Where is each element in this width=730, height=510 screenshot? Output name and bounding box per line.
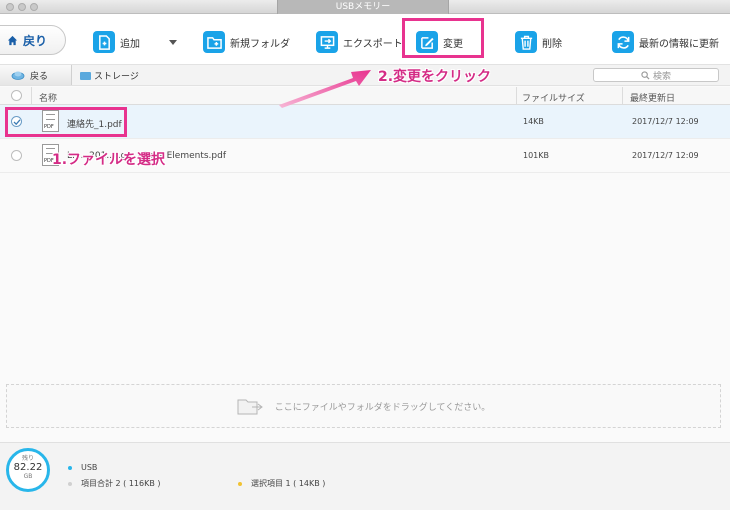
breadcrumb[interactable]: ストレージ: [80, 69, 139, 82]
close-window-icon[interactable]: [6, 3, 14, 11]
breadcrumb-label: ストレージ: [94, 72, 139, 82]
new-folder-label: 新規フォルダ: [230, 38, 290, 50]
column-name[interactable]: 名称: [39, 91, 57, 104]
trash-icon: [515, 31, 537, 53]
path-back-button[interactable]: 戻る: [0, 65, 72, 85]
device-name: USB: [81, 463, 98, 472]
new-folder-icon: [203, 31, 225, 53]
step2-highlight: [402, 18, 484, 58]
file-modified: 2017/12/7 12:09: [632, 151, 699, 160]
refresh-icon: [612, 31, 634, 53]
export-button[interactable]: エクスポート: [316, 30, 403, 54]
column-modified[interactable]: 最終更新日: [630, 91, 675, 104]
add-button[interactable]: 追加: [93, 30, 140, 54]
folder-drop-icon: [237, 399, 263, 415]
gauge-label: 残り: [21, 455, 34, 462]
back-label: 戻り: [23, 33, 48, 48]
folder-icon: [80, 71, 91, 80]
back-button[interactable]: 戻り: [0, 25, 66, 55]
app-window: USBメモリー 戻り 追加 新規フォルダ エクスポート 変更 削除 最新の情報に…: [0, 0, 730, 510]
select-all-checkbox[interactable]: [11, 90, 22, 101]
chevron-down-icon[interactable]: [169, 40, 177, 45]
minimize-window-icon[interactable]: [18, 3, 26, 11]
refresh-button[interactable]: 最新の情報に更新: [612, 30, 719, 54]
title-bar: USBメモリー: [0, 0, 730, 14]
step2-note: 2.変更をクリック: [378, 69, 492, 85]
selected-items-text: 選択項目 1 ( 14KB ): [251, 479, 326, 488]
row-checkbox[interactable]: [11, 150, 22, 161]
column-size[interactable]: ファイルサイズ: [522, 91, 585, 104]
new-folder-button[interactable]: 新規フォルダ: [203, 30, 290, 54]
add-file-icon: [93, 31, 115, 53]
gauge-unit: GB: [23, 473, 33, 480]
gauge-value: 82.22: [13, 462, 43, 473]
refresh-label: 最新の情報に更新: [639, 38, 719, 50]
pointer-arrow-icon: [279, 70, 371, 108]
file-modified: 2017/12/7 12:09: [632, 117, 699, 126]
total-items-text: 項目合計 2 ( 116KB ): [81, 479, 161, 488]
total-items: 項目合計 2 ( 116KB ): [68, 478, 161, 489]
search-input[interactable]: 検索: [593, 68, 719, 82]
drop-zone[interactable]: ここにファイルやフォルダをドラッグしてください。: [6, 384, 721, 428]
search-icon: [641, 70, 650, 80]
device-icon: [11, 71, 25, 80]
delete-label: 削除: [542, 38, 562, 50]
step1-highlight: [5, 107, 127, 137]
drop-zone-text: ここにファイルやフォルダをドラッグしてください。: [274, 402, 491, 413]
device-status: USB: [68, 463, 97, 472]
selected-dot-icon: [238, 481, 242, 486]
window-title: USBメモリー: [277, 0, 449, 14]
export-label: エクスポート: [343, 38, 403, 50]
export-icon: [316, 31, 338, 53]
delete-button[interactable]: 削除: [515, 30, 562, 54]
file-size: 101KB: [523, 151, 550, 160]
total-dot-icon: [68, 481, 72, 486]
device-dot-icon: [68, 465, 72, 470]
add-label: 追加: [120, 38, 140, 50]
storage-gauge: 残り 82.22 GB: [6, 448, 50, 492]
search-placeholder: 検索: [652, 71, 671, 82]
file-size: 14KB: [523, 117, 544, 126]
path-back-label: 戻る: [30, 71, 49, 82]
toolbar: 戻り 追加 新規フォルダ エクスポート 変更 削除 最新の情報に更新: [0, 14, 730, 66]
step1-note: 1.ファイルを選択: [52, 152, 166, 168]
home-icon: [7, 35, 18, 45]
selected-items: 選択項目 1 ( 14KB ): [238, 478, 325, 489]
status-footer: 残り 82.22 GB USB 項目合計 2 ( 116KB ) 選択項目 1 …: [0, 442, 730, 510]
zoom-window-icon[interactable]: [30, 3, 38, 11]
